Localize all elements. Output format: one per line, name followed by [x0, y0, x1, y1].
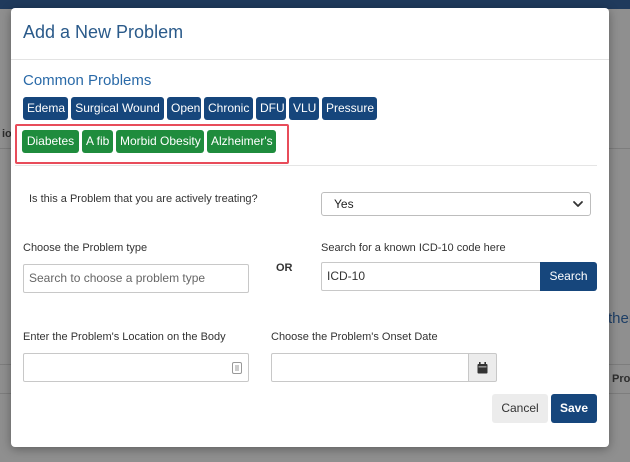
background-partial-text: Pro	[612, 373, 630, 385]
chevron-down-icon	[571, 193, 585, 215]
location-input[interactable]	[23, 353, 249, 382]
tag-dfu[interactable]: DFU	[256, 97, 286, 120]
or-label: OR	[276, 262, 293, 274]
treating-select[interactable]: Yes	[321, 192, 591, 216]
tag-morbid-obesity[interactable]: Morbid Obesity	[116, 130, 204, 153]
problem-type-label: Choose the Problem type	[23, 242, 148, 254]
tag-chronic[interactable]: Chronic	[204, 97, 253, 120]
add-problem-modal: Add a New Problem Common Problems Edema …	[11, 8, 609, 447]
icd-input[interactable]: ICD-10	[321, 262, 541, 291]
location-label: Enter the Problem's Location on the Body	[23, 331, 226, 343]
tag-alzheimers[interactable]: Alzheimer's	[207, 130, 276, 153]
tag-pressure[interactable]: Pressure	[322, 97, 377, 120]
common-problems-title: Common Problems	[23, 72, 152, 89]
save-button[interactable]: Save	[551, 394, 597, 423]
tag-diabetes[interactable]: Diabetes	[22, 130, 79, 153]
modal-title: Add a New Problem	[23, 22, 184, 42]
treating-select-value: Yes	[334, 197, 354, 211]
onset-label: Choose the Problem's Onset Date	[271, 331, 438, 343]
tag-a-fib[interactable]: A fib	[82, 130, 113, 153]
section-divider	[15, 165, 597, 166]
problem-type-input[interactable]: Search to choose a problem type	[23, 264, 249, 293]
onset-date-input[interactable]	[271, 353, 469, 382]
calendar-icon[interactable]	[468, 353, 497, 382]
icd-label: Search for a known ICD-10 code here	[321, 242, 506, 254]
tag-surgical-wound[interactable]: Surgical Wound	[71, 97, 164, 120]
cancel-button[interactable]: Cancel	[492, 394, 548, 423]
search-button[interactable]: Search	[540, 262, 597, 291]
tag-edema[interactable]: Edema	[23, 97, 68, 120]
tag-open[interactable]: Open	[167, 97, 201, 120]
treating-question-label: Is this a Problem that you are actively …	[29, 193, 258, 205]
modal-header: Add a New Problem	[11, 8, 609, 60]
list-icon	[230, 354, 244, 381]
tag-vlu[interactable]: VLU	[289, 97, 319, 120]
background-partial-text: ther	[608, 310, 630, 327]
